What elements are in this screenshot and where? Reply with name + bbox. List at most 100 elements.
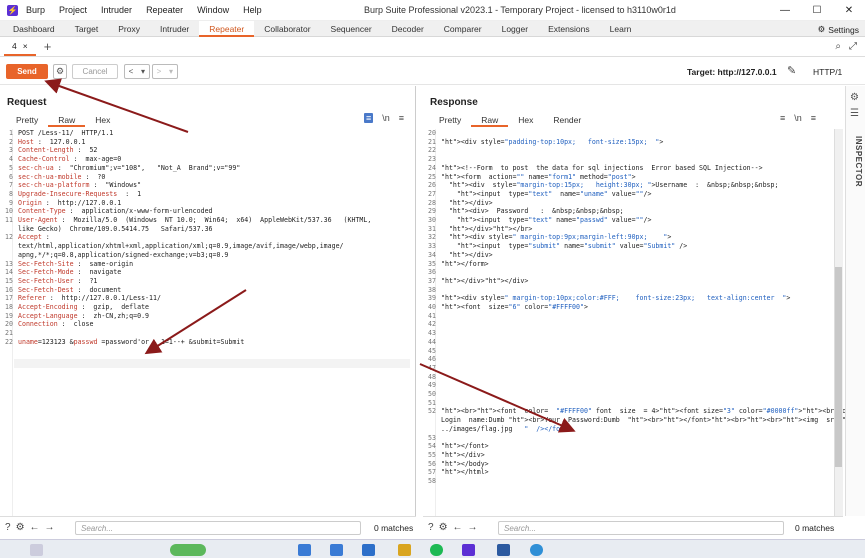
response-tab-hex[interactable]: Hex xyxy=(508,114,543,127)
response-tab-raw[interactable]: Raw xyxy=(471,114,509,127)
taskbar-app-icon[interactable] xyxy=(497,544,510,556)
header-value: : gzip, deflate xyxy=(77,303,150,311)
tab-intruder[interactable]: Intruder xyxy=(150,21,199,37)
menu-icon[interactable]: ≡ xyxy=(399,113,404,123)
next-match-icon[interactable]: → xyxy=(45,522,55,533)
wrap-lines-icon[interactable]: ≡ xyxy=(364,113,374,123)
gear-icon[interactable]: ⚙ xyxy=(850,92,859,103)
response-line: "ht"></html> xyxy=(441,468,489,477)
taskbar-burp-icon[interactable] xyxy=(462,544,475,556)
newline-toggle-icon[interactable]: \n xyxy=(382,113,390,123)
repeater-tab-4[interactable]: 4 × xyxy=(4,37,36,56)
help-icon[interactable]: ? xyxy=(428,522,434,533)
prev-match-icon[interactable]: ← xyxy=(453,522,463,533)
protocol-selector[interactable]: HTTP/1 xyxy=(813,67,842,77)
tab-target[interactable]: Target xyxy=(65,21,109,37)
header-name: Referer xyxy=(18,294,46,303)
next-match-icon[interactable]: → xyxy=(468,522,478,533)
back-nav[interactable]: < ▾ xyxy=(124,64,150,79)
response-line: "ht"></div>"ht"></div> xyxy=(441,276,529,285)
taskbar-edge-icon[interactable] xyxy=(530,544,543,556)
line-number: 37 xyxy=(428,276,436,285)
cancel-button[interactable]: Cancel xyxy=(72,64,118,79)
menu-item-burp[interactable]: Burp xyxy=(26,5,45,15)
response-line: "ht"></form> xyxy=(441,259,489,268)
request-tab-pretty[interactable]: Pretty xyxy=(6,114,48,127)
request-line: Content-Type : application/x-www-form-ur… xyxy=(18,207,213,216)
taskbar-app-icon[interactable] xyxy=(362,544,375,556)
forward-nav[interactable]: > ▾ xyxy=(152,64,178,79)
forward-dropdown-icon: ▾ xyxy=(168,67,173,76)
menu-item-intruder[interactable]: Intruder xyxy=(101,5,132,15)
window-maximize-button[interactable]: ☐ xyxy=(801,0,833,21)
search-settings-gear-icon[interactable]: ⚙ xyxy=(439,522,448,533)
newline-toggle-icon[interactable]: \n xyxy=(794,113,802,123)
request-search-input[interactable]: Search... xyxy=(75,521,361,535)
tab-dashboard[interactable]: Dashboard xyxy=(3,21,65,37)
close-icon[interactable]: × xyxy=(23,37,28,54)
tab-learn[interactable]: Learn xyxy=(600,21,642,37)
tab-bar-tools: ⌕ ⤢ xyxy=(835,41,857,52)
line-number: 2 xyxy=(9,137,13,146)
send-options-gear-icon[interactable]: ⚙ xyxy=(53,64,67,79)
tab-logger[interactable]: Logger xyxy=(492,21,538,37)
tab-collaborator[interactable]: Collaborator xyxy=(254,21,320,37)
response-tab-render[interactable]: Render xyxy=(543,114,591,127)
menu-item-repeater[interactable]: Repeater xyxy=(146,5,183,15)
settings-button[interactable]: ⚙ Settings xyxy=(818,24,859,35)
taskbar-search-icon[interactable] xyxy=(30,544,43,556)
inspector-tab[interactable]: INSPECTOR xyxy=(849,136,863,196)
header-name: Accept xyxy=(18,233,42,242)
request-tab-hex[interactable]: Hex xyxy=(85,114,120,127)
response-line: "ht"></div> xyxy=(448,198,493,207)
response-line: "ht"><div style=" margin-top:10px;color:… xyxy=(441,294,791,303)
menu-item-project[interactable]: Project xyxy=(59,5,87,15)
taskbar-folder-icon[interactable] xyxy=(398,544,411,556)
tab-comparer[interactable]: Comparer xyxy=(434,21,492,37)
tab-sequencer[interactable]: Sequencer xyxy=(321,21,382,37)
tab-repeater[interactable]: Repeater xyxy=(199,20,255,37)
search-icon[interactable]: ⌕ xyxy=(835,41,841,52)
search-settings-gear-icon[interactable]: ⚙ xyxy=(16,522,25,533)
response-line: "ht"></div>"ht"></br> xyxy=(448,224,533,233)
back-arrow-icon[interactable]: < xyxy=(125,65,137,78)
tab-extensions[interactable]: Extensions xyxy=(538,21,600,37)
window-minimize-button[interactable]: — xyxy=(769,0,801,21)
scrollbar-thumb[interactable] xyxy=(835,267,842,467)
menu-item-window[interactable]: Window xyxy=(197,5,229,15)
line-number: 45 xyxy=(428,346,436,355)
expand-icon[interactable]: ⤢ xyxy=(849,41,857,52)
menu-icon[interactable]: ≡ xyxy=(811,113,816,123)
response-tab-pretty[interactable]: Pretty xyxy=(429,114,471,127)
back-dropdown-icon[interactable]: ▾ xyxy=(137,65,149,78)
help-icon[interactable]: ? xyxy=(5,522,11,533)
inspector-sidebar: ⚙ ☰ INSPECTOR xyxy=(845,86,865,516)
tab-decoder[interactable]: Decoder xyxy=(382,21,434,37)
response-search-input[interactable]: Search... xyxy=(498,521,784,535)
add-tab-icon[interactable]: + xyxy=(44,39,52,54)
request-tab-raw[interactable]: Raw xyxy=(48,114,86,127)
gear-icon: ⚙ xyxy=(817,24,826,34)
line-number: 55 xyxy=(428,450,436,459)
request-search-bar: ? ⚙ ← → Search... 0 matches xyxy=(0,516,416,538)
sliders-icon[interactable]: ☰ xyxy=(850,108,859,119)
taskbar-spotify-icon[interactable] xyxy=(430,544,443,556)
header-value: : document xyxy=(73,285,122,294)
wrap-lines-icon[interactable]: ≡ xyxy=(780,113,785,123)
taskbar-app-icon[interactable] xyxy=(298,544,311,556)
response-scrollbar[interactable] xyxy=(834,129,843,516)
send-button[interactable]: Send xyxy=(6,64,48,79)
line-number: 13 xyxy=(5,259,13,268)
taskbar-widget-icon[interactable] xyxy=(170,544,206,556)
window-close-button[interactable]: ✕ xyxy=(833,0,865,21)
header-value: : same-origin xyxy=(73,259,134,268)
header-value: : 127.0.0.1 xyxy=(33,137,86,146)
body-param-value: =password'or 1=1--+ &submit=Submit xyxy=(97,337,245,346)
tab-proxy[interactable]: Proxy xyxy=(108,21,150,37)
prev-match-icon[interactable]: ← xyxy=(30,522,40,533)
taskbar-app-icon[interactable] xyxy=(330,544,343,556)
request-line: Connection : close xyxy=(18,320,93,329)
menu-item-help[interactable]: Help xyxy=(243,5,262,15)
edit-target-pencil-icon[interactable]: ✎ xyxy=(787,64,796,77)
response-view-tabs: Pretty Raw Hex Render xyxy=(429,114,591,127)
